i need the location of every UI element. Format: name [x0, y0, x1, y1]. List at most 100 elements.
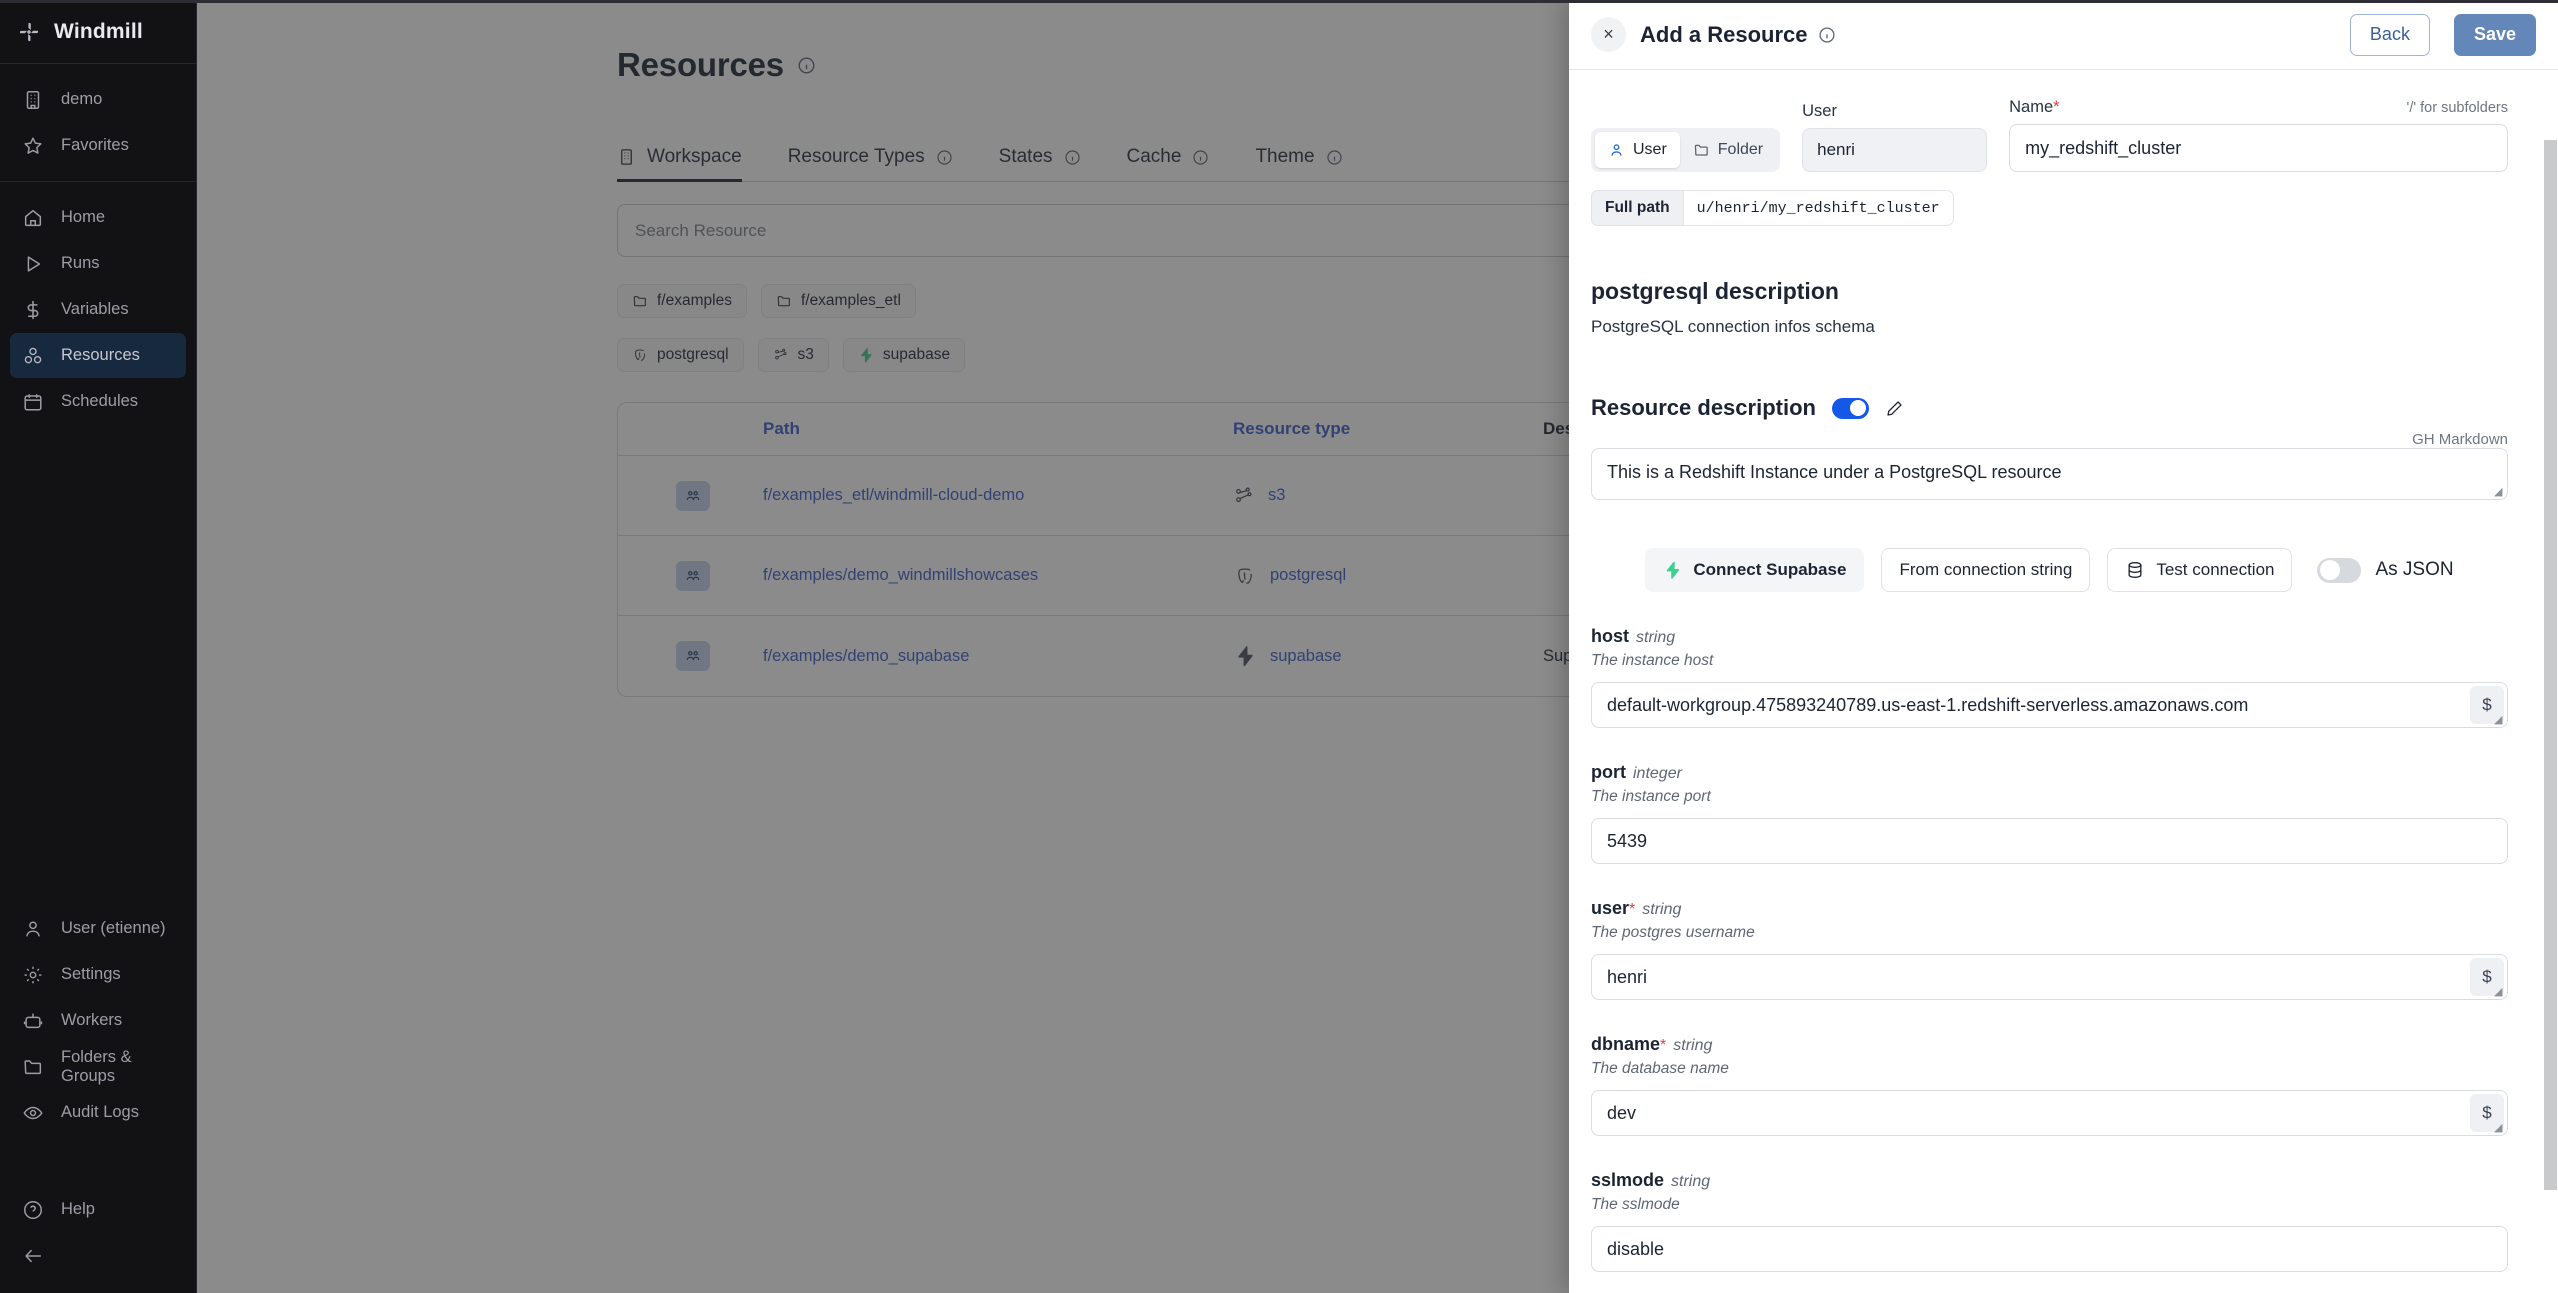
sidebar-item-variables[interactable]: Variables: [10, 287, 186, 332]
field-host-input[interactable]: default-workgroup.475893240789.us-east-1…: [1591, 682, 2508, 728]
field-user-value: henri: [1592, 967, 2470, 988]
user-select[interactable]: henri: [1802, 128, 1987, 172]
field-port-type: integer: [1633, 765, 1682, 782]
name-field-header: Name* '/' for subfolders: [2009, 98, 2508, 117]
field-dbname: dbname*string The database name dev $ ◢: [1591, 1034, 2508, 1136]
user-icon: [1608, 142, 1625, 159]
resize-grip-icon[interactable]: ◢: [2494, 1123, 2504, 1133]
field-user-type: string: [1642, 901, 1681, 918]
sidebar-item-home[interactable]: Home: [10, 195, 186, 240]
home-icon: [22, 207, 44, 229]
name-input-value: my_redshift_cluster: [2025, 138, 2181, 159]
resource-description-header: Resource description: [1591, 395, 2508, 421]
field-host-input-wrap: default-workgroup.475893240789.us-east-1…: [1591, 682, 2508, 728]
field-sslmode-title: sslmodestring: [1591, 1170, 2508, 1191]
drawer-scrollbar[interactable]: [2543, 140, 2558, 1293]
markdown-hint: GH Markdown: [1591, 431, 2508, 448]
required-marker: *: [2053, 98, 2059, 116]
sidebar-item-resources[interactable]: Resources: [10, 333, 186, 378]
field-port-name: port: [1591, 762, 1626, 782]
close-icon[interactable]: ×: [1591, 17, 1626, 52]
sidebar-item-label: Variables: [61, 300, 129, 319]
field-port-input-wrap: 5439: [1591, 818, 2508, 864]
sidebar-item-user[interactable]: User (etienne): [10, 906, 186, 951]
add-resource-drawer: × Add a Resource Back Save User: [1569, 0, 2558, 1293]
owner-kind-user-button[interactable]: User: [1595, 132, 1680, 168]
sidebar-item-runs[interactable]: Runs: [10, 241, 186, 286]
toggle-knob: [2320, 560, 2340, 580]
sidebar-item-schedules[interactable]: Schedules: [10, 379, 186, 424]
sidebar-collapse-button[interactable]: [10, 1233, 186, 1278]
sidebar-item-label: Help: [61, 1200, 95, 1219]
sidebar-item-label: Settings: [61, 965, 121, 984]
star-icon: [22, 135, 44, 157]
resize-grip-icon[interactable]: ◢: [2494, 715, 2504, 725]
resource-description-toggle[interactable]: [1832, 398, 1869, 419]
resize-grip-icon[interactable]: ◢: [2494, 987, 2504, 997]
field-dbname-input[interactable]: dev $ ◢: [1591, 1090, 2508, 1136]
sidebar-item-label: User (etienne): [61, 919, 166, 938]
app-root: Windmill demo Favorites Home: [0, 0, 2558, 1293]
path-row: User Folder User henri: [1591, 98, 2508, 172]
owner-kind-segmented: User Folder: [1591, 128, 1780, 172]
sidebar-item-favorites[interactable]: Favorites: [10, 123, 186, 168]
resource-description-textarea[interactable]: This is a Redshift Instance under a Post…: [1591, 448, 2508, 500]
folder-icon: [22, 1056, 44, 1078]
as-json-toggle[interactable]: [2317, 558, 2361, 583]
resize-grip-icon[interactable]: ◢: [2494, 487, 2504, 497]
field-sslmode-description: The sslmode: [1591, 1196, 2508, 1214]
field-sslmode-input[interactable]: disable: [1591, 1226, 2508, 1272]
save-button[interactable]: Save: [2454, 14, 2536, 56]
brand-name: Windmill: [54, 20, 143, 44]
field-dbname-name: dbname: [1591, 1034, 1660, 1054]
test-connection-button[interactable]: Test connection: [2107, 548, 2292, 592]
back-button[interactable]: Back: [2350, 14, 2430, 56]
field-user-description: The postgres username: [1591, 924, 2508, 942]
sidebar-item-settings[interactable]: Settings: [10, 952, 186, 997]
window-top-bar: [0, 0, 2558, 3]
field-sslmode: sslmodestring The sslmode disable: [1591, 1170, 2508, 1272]
sidebar-item-help[interactable]: Help: [10, 1187, 186, 1232]
full-path-label: Full path: [1591, 190, 1683, 226]
sidebar-help-group: Help: [0, 1148, 196, 1293]
drawer-body: User Folder User henri: [1569, 70, 2558, 1293]
sidebar-item-label: Runs: [61, 254, 100, 273]
pencil-icon[interactable]: [1885, 399, 1904, 418]
supabase-icon: [1663, 561, 1682, 580]
sidebar-item-demo[interactable]: demo: [10, 77, 186, 122]
name-input[interactable]: my_redshift_cluster: [2009, 124, 2508, 172]
field-port-input[interactable]: 5439: [1591, 818, 2508, 864]
field-host-value: default-workgroup.475893240789.us-east-1…: [1592, 695, 2470, 716]
drawer-scroll-area: User Folder User henri: [1591, 70, 2536, 1293]
field-dbname-title: dbname*string: [1591, 1034, 2508, 1055]
sidebar-item-label: Resources: [61, 346, 140, 365]
field-host: hoststring The instance host default-wor…: [1591, 626, 2508, 728]
sidebar: Windmill demo Favorites Home: [0, 0, 197, 1293]
user-field: User henri: [1802, 102, 1987, 172]
arrow-left-icon: [22, 1245, 44, 1267]
resources-icon: [22, 345, 44, 367]
brand[interactable]: Windmill: [0, 0, 196, 64]
sidebar-item-workers[interactable]: Workers: [10, 998, 186, 1043]
user-field-label: User: [1802, 102, 1987, 121]
required-marker: *: [1629, 901, 1635, 918]
field-port: portinteger The instance port 5439: [1591, 762, 2508, 864]
sidebar-item-label: Folders & Groups: [61, 1048, 174, 1086]
sidebar-item-folders-groups[interactable]: Folders & Groups: [10, 1044, 186, 1089]
field-user: user* string The postgres username henri …: [1591, 898, 2508, 1000]
field-host-title: hoststring: [1591, 626, 2508, 647]
field-dbname-type: string: [1673, 1037, 1712, 1054]
name-label-text: Name: [2009, 98, 2053, 116]
sidebar-spacer: [0, 437, 196, 893]
scrollbar-thumb[interactable]: [2544, 140, 2557, 1190]
sidebar-workspace-group: demo Favorites: [0, 64, 196, 182]
question-circle-icon: [22, 1199, 44, 1221]
field-user-input[interactable]: henri $ ◢: [1591, 954, 2508, 1000]
connect-supabase-button[interactable]: Connect Supabase: [1645, 548, 1864, 592]
schema-subtitle: PostgreSQL connection infos schema: [1591, 317, 2508, 337]
field-user-name: user: [1591, 898, 1629, 918]
from-connection-string-button[interactable]: From connection string: [1881, 548, 2090, 592]
owner-kind-folder-button[interactable]: Folder: [1680, 132, 1776, 168]
sidebar-item-audit-logs[interactable]: Audit Logs: [10, 1090, 186, 1135]
info-icon[interactable]: [1818, 26, 1836, 44]
